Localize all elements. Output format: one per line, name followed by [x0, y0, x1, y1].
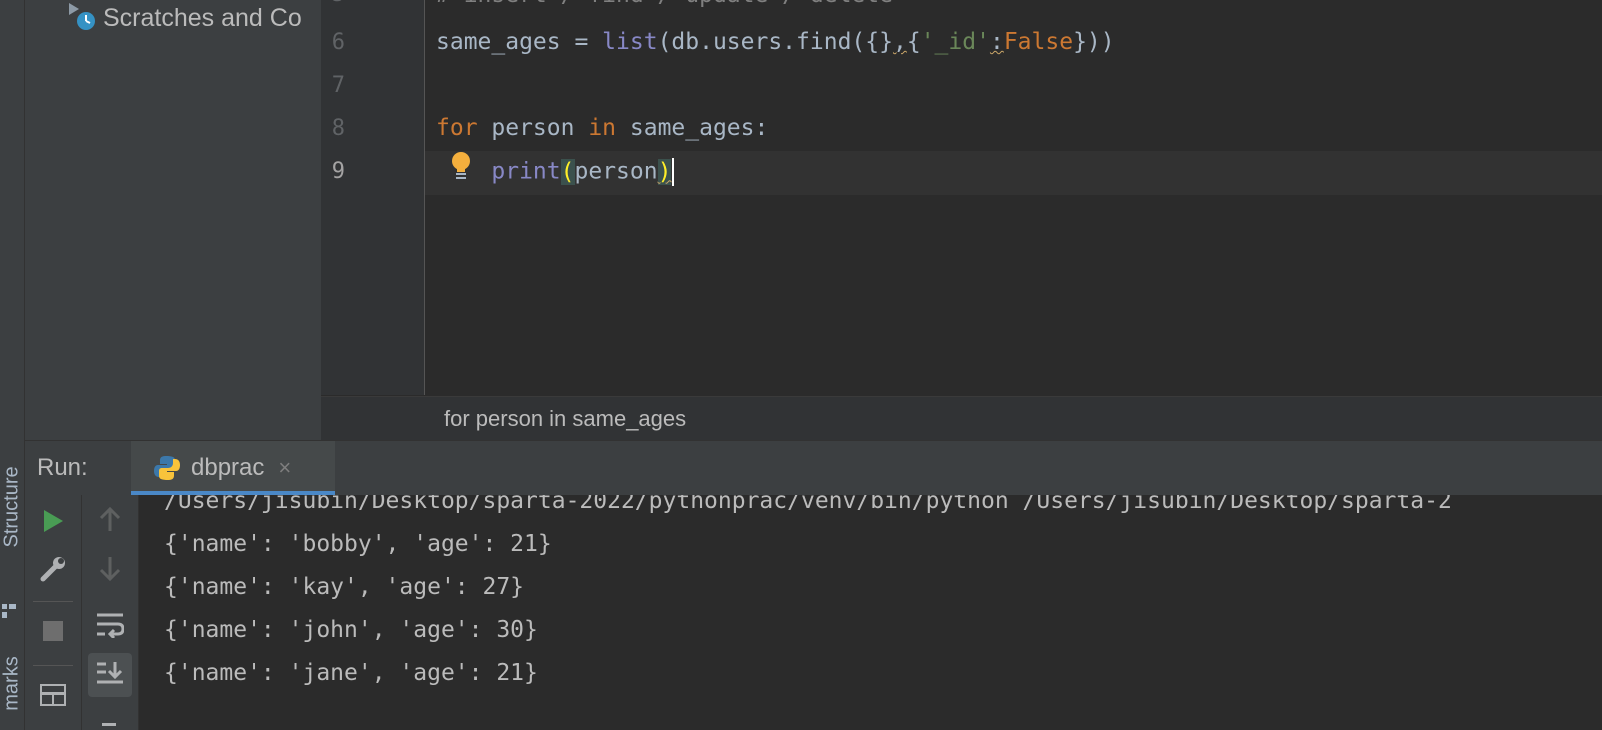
token-colon: : — [989, 29, 1004, 55]
play-icon — [42, 509, 64, 538]
run-toolbar-primary — [25, 495, 82, 730]
token-lparen: ( — [560, 158, 575, 185]
token-iter: same_ages: — [616, 115, 769, 141]
left-tool-stripe: Structure marks — [0, 0, 25, 730]
token-call: (db.users.find( — [657, 29, 866, 55]
python-icon — [153, 454, 181, 482]
soft-wrap-button[interactable] — [90, 607, 130, 647]
run-tab-label: dbprac — [191, 454, 265, 481]
token-list: list — [602, 29, 658, 55]
token-comma: , — [892, 29, 907, 55]
line-number: 7 — [331, 73, 345, 98]
code-line-comment: # insert / find / update / delete — [436, 0, 893, 8]
token-braces: {} — [865, 29, 893, 55]
token-dict-close: })) — [1073, 29, 1115, 55]
token-eq: = — [560, 29, 603, 55]
console-line: {'name': 'kay', 'age': 27} — [164, 574, 525, 600]
run-toolbar-secondary — [82, 495, 139, 730]
layout-button[interactable] — [33, 677, 73, 717]
down-arrow-icon — [98, 555, 122, 588]
up-arrow-icon — [98, 505, 122, 538]
more-indicator — [102, 723, 116, 726]
console-line: {'name': 'bobby', 'age': 21} — [164, 531, 552, 557]
scroll-to-end-icon — [96, 660, 124, 691]
token-rparen: ) — [657, 158, 672, 185]
token-var: same_ages — [436, 29, 561, 55]
stop-button[interactable] — [33, 613, 73, 653]
token-false: False — [1003, 29, 1074, 55]
token-person: person — [477, 115, 589, 141]
text-caret — [672, 158, 675, 186]
code-line-query: same_ages = list(db.users.find({},{'_id'… — [436, 29, 1115, 55]
toolbar-separator — [33, 665, 73, 666]
scratches-icon — [67, 1, 95, 36]
project-panel: Scratches and Co — [25, 0, 321, 440]
code-line-for: for person in same_ages: — [436, 115, 768, 141]
scroll-to-end-button[interactable] — [88, 653, 132, 697]
soft-wrap-icon — [96, 612, 125, 643]
wrench-icon — [39, 555, 67, 588]
layout-icon — [40, 683, 66, 711]
scratches-label: Scratches and Co — [103, 3, 302, 32]
bookmarks-tool-button[interactable]: marks — [1, 652, 24, 716]
scratches-tree-item[interactable]: Scratches and Co — [67, 0, 302, 36]
run-tab-dbprac[interactable]: dbprac × — [131, 441, 335, 495]
console-line: {'name': 'jane', 'age': 21} — [164, 660, 538, 686]
structure-tool-button[interactable]: Structure — [1, 466, 24, 547]
token-print: print — [491, 158, 561, 185]
line-number-gutter: 5 6 7 8 9 — [321, 0, 425, 395]
console-line-command: /Users/jisubin/Desktop/sparta-2022/pytho… — [164, 495, 1452, 514]
toolbar-separator — [33, 601, 73, 602]
token-in: in — [588, 115, 617, 141]
run-tool-window-header: Run: dbprac × — [25, 440, 1602, 496]
next-occurrence-button[interactable] — [90, 551, 130, 591]
breadcrumb-bar: for person in same_ages — [321, 396, 1602, 441]
token-dict-open: { — [906, 29, 921, 55]
line-number-current: 9 — [331, 159, 345, 184]
close-icon[interactable]: × — [278, 455, 291, 481]
line-number: 5 — [321, 0, 345, 7]
settings-button[interactable] — [33, 551, 73, 591]
code-editor[interactable]: 5 6 7 8 9 # insert / find / update / del… — [321, 0, 1602, 395]
stop-icon — [42, 620, 64, 647]
structure-icon — [2, 604, 16, 623]
run-console-output[interactable]: /Users/jisubin/Desktop/sparta-2022/pytho… — [139, 495, 1602, 730]
run-title: Run: — [37, 454, 88, 481]
console-line: {'name': 'john', 'age': 30} — [164, 617, 538, 643]
line-number: 8 — [331, 116, 345, 141]
token-id-string: '_id' — [920, 29, 990, 55]
breadcrumb[interactable]: for person in same_ages — [444, 397, 686, 441]
rerun-button[interactable] — [33, 503, 73, 543]
previous-occurrence-button[interactable] — [90, 501, 130, 541]
token-for: for — [436, 115, 478, 141]
token-arg: person — [574, 158, 658, 185]
lightbulb-icon[interactable] — [450, 151, 472, 186]
line-number: 6 — [331, 30, 345, 55]
